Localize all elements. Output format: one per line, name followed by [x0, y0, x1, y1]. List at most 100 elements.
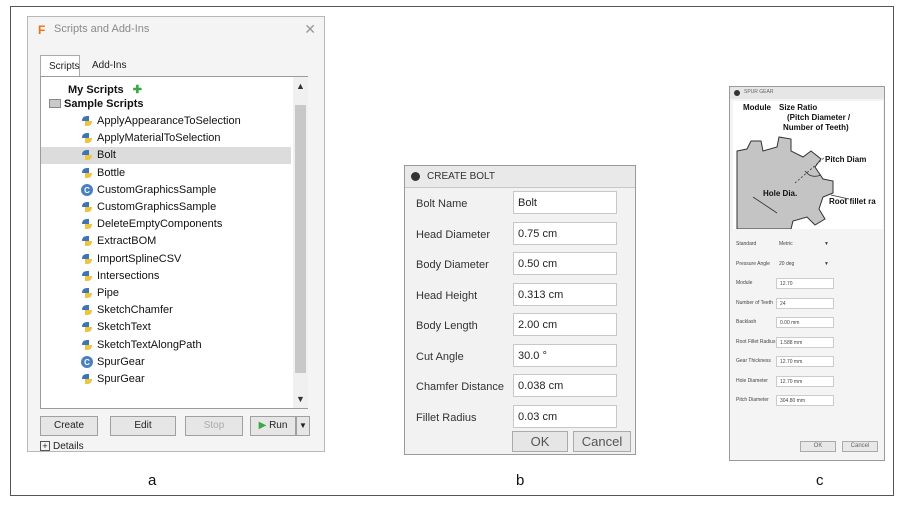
list-item-label: SpurGear [97, 373, 145, 385]
stop-button[interactable]: Stop [185, 416, 243, 436]
field-label: Standard [736, 241, 757, 247]
list-item[interactable]: ApplyAppearanceToSelection [41, 113, 291, 130]
field-label: Gear Thickness [736, 358, 771, 364]
svg-text:C: C [84, 358, 90, 367]
field-label: Hole Diameter [736, 377, 768, 384]
collapse-icon[interactable] [734, 90, 740, 96]
field-input[interactable]: 12.70 mm [776, 356, 834, 367]
list-item[interactable]: C SpurGear [41, 354, 291, 371]
create-button[interactable]: Create [40, 416, 98, 436]
field-input[interactable]: 0.50 cm [513, 252, 617, 275]
list-item[interactable]: ExtractBOM [41, 233, 291, 250]
field-input[interactable]: 30.0 ° [513, 343, 617, 367]
field-label: Root Fillet Radius [736, 338, 776, 345]
field-input[interactable]: 304.80 mm [776, 395, 834, 406]
form-row: Module 12.70 [736, 278, 880, 290]
field-input[interactable]: 2.00 cm [513, 313, 617, 336]
run-dropdown-button[interactable]: ▼ [296, 416, 310, 436]
list-item[interactable]: SpurGear [41, 371, 291, 388]
field-input[interactable]: 0.75 cm [513, 221, 617, 245]
field-label: Cut Angle [416, 350, 464, 363]
python-icon [80, 234, 94, 248]
scroll-thumb[interactable] [295, 105, 306, 373]
my-scripts-header[interactable]: My Scripts ✚ [68, 83, 142, 96]
hole-dia-label: Hole Dia. [763, 189, 798, 198]
gear-shape-icon [736, 136, 850, 229]
list-item-label: ApplyMaterialToSelection [97, 132, 221, 145]
list-item-label: SketchChamfer [97, 304, 173, 317]
script-list[interactable]: My Scripts ✚ Sample Scripts ApplyAppeara… [40, 76, 308, 409]
field-label: Head Diameter [416, 228, 490, 241]
field-input[interactable]: 1.588 mm [776, 336, 834, 348]
cancel-button[interactable]: Cancel [842, 441, 878, 452]
form-row: Backlash 0.00 mm [736, 317, 880, 329]
scroll-up-icon[interactable]: ▲ [296, 81, 305, 91]
python-icon [80, 320, 94, 334]
list-item[interactable]: SketchTextAlongPath [41, 337, 291, 354]
field-label: Fillet Radius [416, 411, 477, 424]
list-item[interactable]: SketchChamfer [41, 302, 291, 319]
list-item-label: Pipe [97, 287, 120, 299]
ok-button[interactable]: OK [800, 441, 836, 452]
details-toggle[interactable]: + Details [40, 441, 84, 452]
list-item[interactable]: DeleteEmptyComponents [41, 216, 291, 233]
form-row: Standard Metric ▼ [736, 239, 880, 251]
list-item[interactable]: SketchText [41, 319, 291, 336]
list-item[interactable]: ImportSplineCSV [41, 251, 291, 268]
scroll-down-icon[interactable]: ▼ [296, 394, 305, 404]
python-icon [80, 338, 94, 352]
gear-dialog-header: SPUR GEAR [730, 87, 884, 99]
field-input[interactable]: Bolt [513, 191, 617, 214]
root-fillet-label: Root fillet ra [829, 197, 876, 206]
cpp-icon: C [80, 355, 94, 369]
list-item[interactable]: Bottle [41, 165, 291, 182]
ok-button[interactable]: OK [512, 431, 568, 452]
list-scrollbar[interactable]: ▲ ▼ [293, 77, 308, 408]
python-icon [80, 269, 94, 283]
list-item[interactable]: Pipe [41, 285, 291, 302]
form-row: Head Diameter 0.75 cm [411, 221, 631, 249]
list-item[interactable]: ApplyMaterialToSelection [41, 130, 291, 147]
caption-b: b [516, 472, 525, 489]
field-label: Chamfer Distance [416, 381, 505, 393]
list-item[interactable]: Intersections [41, 268, 291, 285]
field-input[interactable]: 12.70 [776, 278, 834, 289]
form-row: Hole Diameter 12.70 mm [736, 375, 880, 388]
field-label: Module [736, 280, 753, 286]
tab-addins[interactable]: Add-Ins [84, 55, 140, 77]
add-icon[interactable]: ✚ [133, 84, 142, 96]
tab-scripts[interactable]: Scripts [40, 55, 80, 77]
expand-icon: + [40, 441, 50, 451]
chevron-down-icon[interactable]: ▼ [824, 241, 829, 247]
edit-button[interactable]: Edit [110, 416, 176, 436]
folder-icon [49, 99, 61, 108]
field-input[interactable]: 0.313 cm [513, 282, 617, 306]
chevron-down-icon[interactable]: ▼ [824, 261, 829, 267]
run-button[interactable]: ▶ Run [250, 416, 296, 436]
form-row: Fillet Radius 0.03 cm [411, 404, 631, 432]
title-bar: F Scripts and Add-Ins ✕ [28, 17, 324, 43]
list-item[interactable]: C CustomGraphicsSample [41, 182, 291, 199]
python-icon [80, 372, 94, 386]
field-input[interactable]: 0.00 mm [776, 317, 834, 328]
list-item[interactable]: CustomGraphicsSample [41, 199, 291, 216]
list-item-label: ImportSplineCSV [97, 252, 182, 265]
field-input[interactable]: 12.70 mm [776, 375, 834, 387]
field-input[interactable]: 0.03 cm [513, 404, 617, 428]
field-label: Pitch Diameter [736, 397, 769, 403]
python-icon [80, 303, 94, 317]
close-icon[interactable]: ✕ [304, 21, 316, 38]
svg-text:C: C [84, 186, 90, 195]
sample-scripts-header[interactable]: Sample Scripts [49, 98, 143, 110]
collapse-icon[interactable] [411, 172, 420, 181]
cancel-button[interactable]: Cancel [573, 431, 631, 452]
field-input[interactable]: 24 [776, 297, 834, 309]
list-item[interactable]: Bolt [41, 147, 291, 165]
chevron-down-icon: ▼ [299, 421, 307, 430]
form-row: Cut Angle 30.0 ° [411, 343, 631, 371]
pitch-diam-label: Pitch Diam [825, 155, 867, 164]
caption-a: a [148, 472, 157, 489]
python-icon [80, 114, 94, 128]
field-input[interactable]: 0.038 cm [513, 374, 617, 397]
form-row: Body Diameter 0.50 cm [411, 251, 631, 279]
